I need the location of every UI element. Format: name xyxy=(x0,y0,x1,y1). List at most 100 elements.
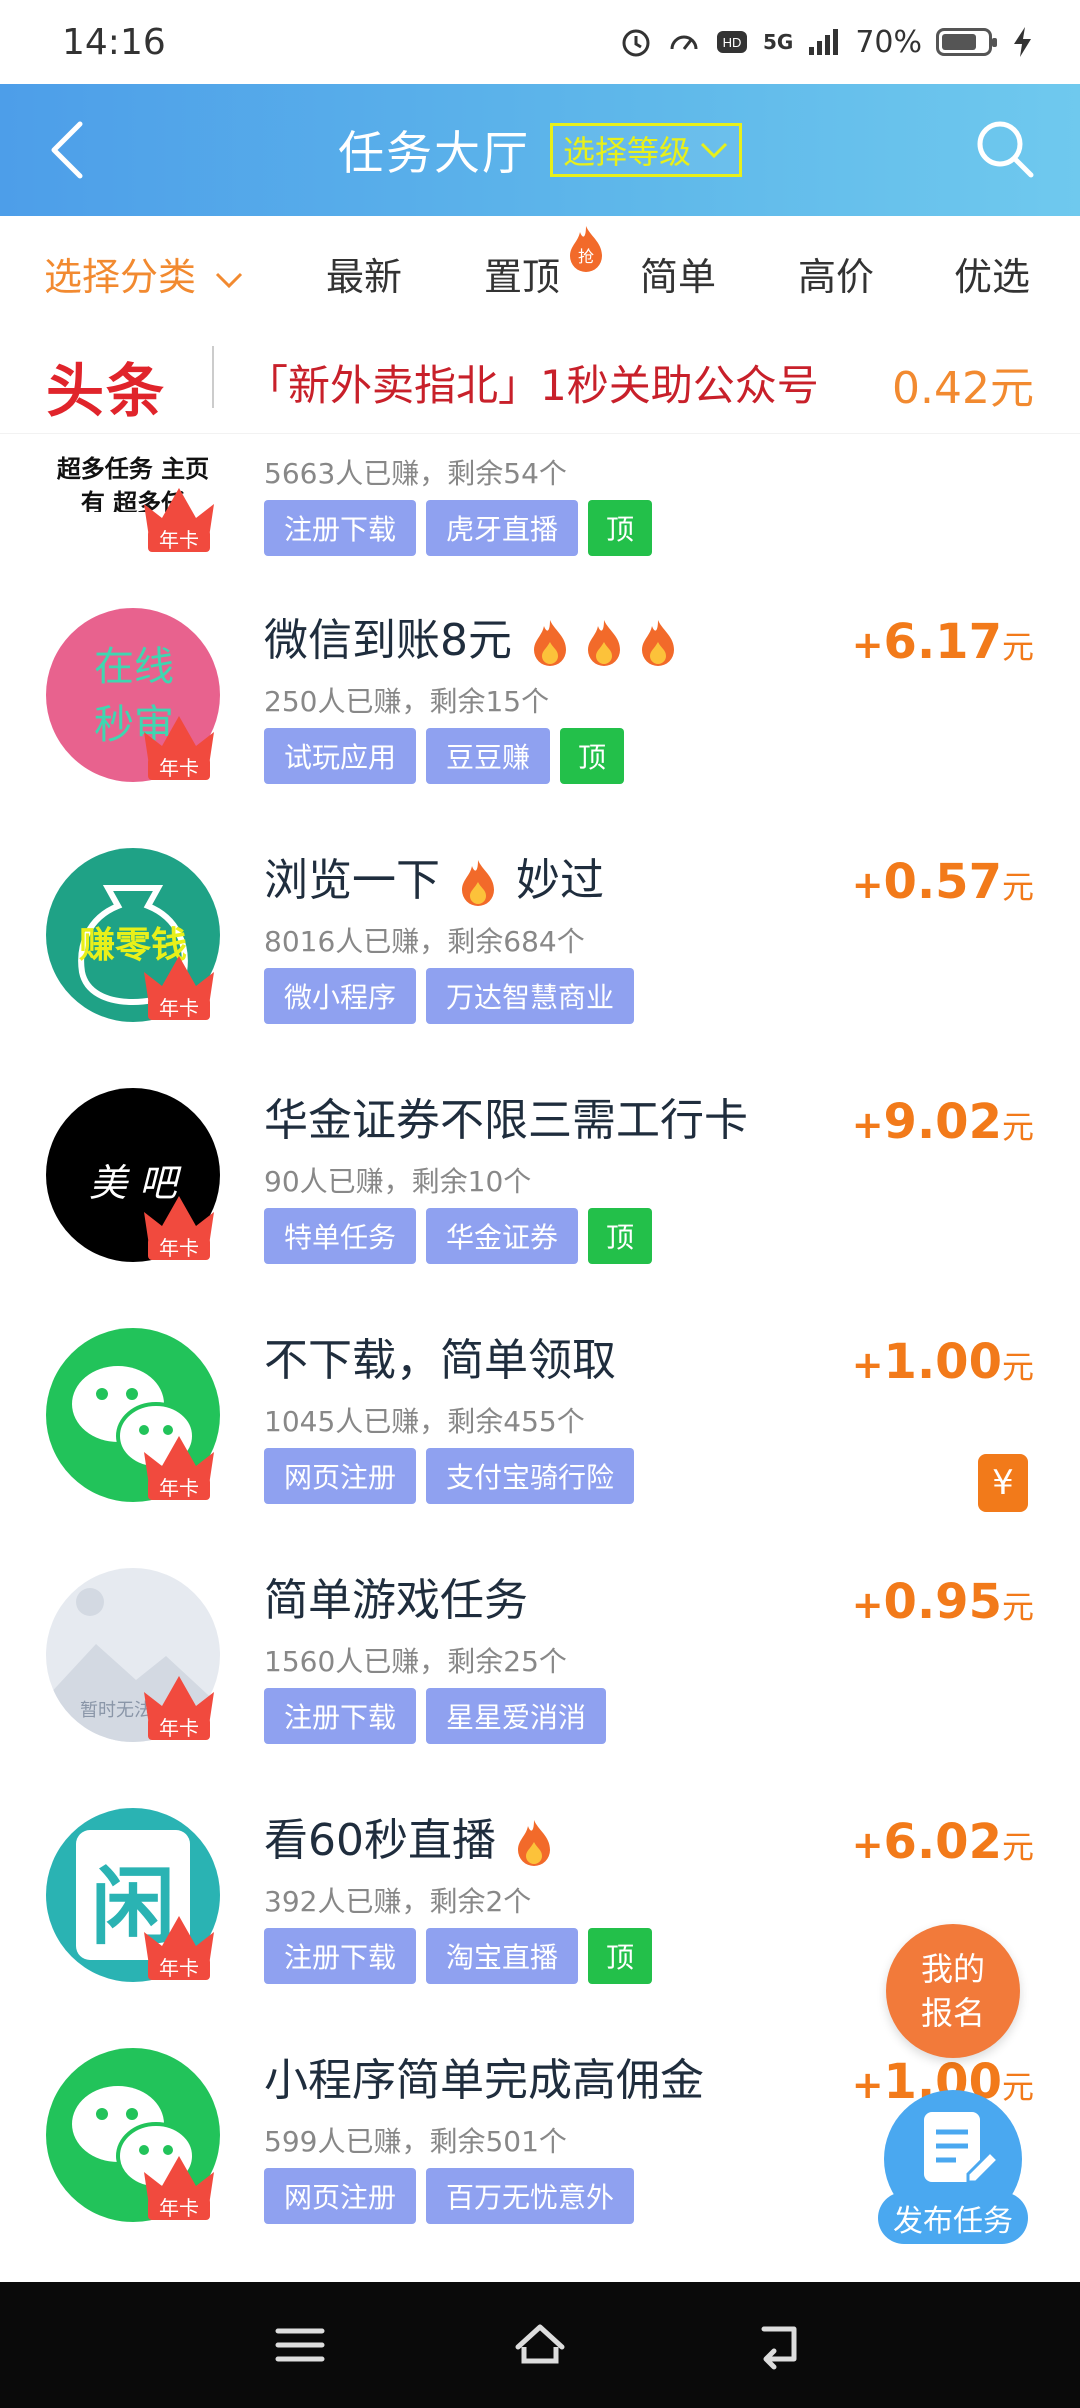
battery-icon xyxy=(936,28,997,56)
yuan-badge-icon: ¥ xyxy=(978,1454,1028,1512)
back-icon[interactable] xyxy=(750,2315,810,2375)
status-icons: HD 5G 70% xyxy=(619,25,1040,60)
crown-icon: 年卡 xyxy=(144,1916,214,1980)
headline-price: 0.42元 xyxy=(892,363,1034,414)
task-item[interactable]: 赚零钱 年卡 浏览一下 妙过 8016人已赚，剩余684个 微小程序 万达智慧商… xyxy=(0,824,1080,1064)
task-stats: 1560人已赚，剩余25个 xyxy=(264,1645,567,1678)
crown-icon: 年卡 xyxy=(144,1676,214,1740)
svg-text:年卡: 年卡 xyxy=(159,1236,199,1260)
flame-badge-icon: 抢 xyxy=(570,226,602,272)
signal-icon xyxy=(809,29,839,55)
pinned-tag: 顶 xyxy=(588,1208,653,1264)
tab-high-price[interactable]: 高价 xyxy=(798,246,874,301)
headline-text: 「新外卖指北」1秒关助公众号 xyxy=(246,361,819,410)
task-tag: 华金证券 xyxy=(426,1208,579,1264)
hd-icon: HD xyxy=(716,31,747,53)
back-arrow-icon[interactable] xyxy=(40,116,100,184)
crown-icon: 年卡 xyxy=(144,2156,214,2220)
task-tags: 注册下载 虎牙直播 顶 xyxy=(264,500,653,556)
task-title: 不下载，简单领取 xyxy=(264,1335,616,1386)
task-stats: 599人已赚，剩余501个 xyxy=(264,2125,567,2158)
tab-pinned[interactable]: 置顶 xyxy=(484,246,560,301)
task-item[interactable]: 美 吧 年卡 华金证券不限三需工行卡 90人已赚，剩余10个 特单任务 华金证券… xyxy=(0,1064,1080,1304)
task-tag: 豆豆赚 xyxy=(426,728,551,784)
crown-icon: 年卡 xyxy=(144,716,214,780)
my-signup-button[interactable]: 我的 报名 xyxy=(886,1924,1020,2058)
status-time: 14:16 xyxy=(62,21,166,63)
category-tabs: 选择分类 最新 置顶 简单 高价 优选 xyxy=(0,216,1080,324)
tab-select-category[interactable]: 选择分类 xyxy=(44,246,244,301)
task-price: +1.00元 xyxy=(851,1334,1034,1390)
task-tags: 网页注册 百万无忧意外 xyxy=(264,2168,635,2224)
task-tag: 星星爱消消 xyxy=(426,1688,607,1744)
tab-latest[interactable]: 最新 xyxy=(326,246,402,301)
my-signup-label-line1: 我的 xyxy=(920,1950,985,1988)
svg-text:年卡: 年卡 xyxy=(159,1716,199,1740)
task-tag: 支付宝骑行险 xyxy=(426,1448,635,1504)
task-tags: 注册下载 星星爱消消 xyxy=(264,1688,607,1744)
home-icon[interactable] xyxy=(510,2315,570,2375)
flame-icon xyxy=(588,620,620,666)
task-title: 小程序简单完成高佣金 xyxy=(264,2055,704,2106)
my-signup-label-line2: 报名 xyxy=(920,1994,985,2032)
task-tag: 百万无忧意外 xyxy=(426,2168,635,2224)
flame-icon xyxy=(534,620,566,666)
task-item[interactable]: 超多任务 主页有 超多任 5663人已赚，剩余54个 注册下载 虎牙直播 顶 年… xyxy=(0,434,1080,556)
crown-icon: 年卡 xyxy=(144,488,214,552)
status-bar: 14:16 HD 5G 70% xyxy=(0,0,1080,84)
network-label: 5G xyxy=(762,30,794,54)
crown-icon: 年卡 xyxy=(144,956,214,1020)
crown-icon: 年卡 xyxy=(144,1436,214,1500)
menu-icon[interactable] xyxy=(270,2315,330,2375)
task-tag: 网页注册 xyxy=(264,2168,417,2224)
select-level-button[interactable]: 选择等级 xyxy=(549,123,742,177)
speed-icon xyxy=(670,35,698,50)
page-title: 任务大厅 xyxy=(337,126,530,180)
task-tags: 微小程序 万达智慧商业 xyxy=(264,968,635,1024)
headline-banner[interactable]: 头条 「新外卖指北」1秒关助公众号 0.42元 xyxy=(0,324,1080,434)
task-stats: 8016人已赚，剩余684个 xyxy=(264,925,585,958)
task-stats: 250人已赚，剩余15个 xyxy=(264,685,550,718)
task-tags: 注册下载 淘宝直播 顶 xyxy=(264,1928,653,1984)
task-tag: 注册下载 xyxy=(264,500,417,556)
task-item[interactable]: 暂时无法 年卡 简单游戏任务 1560人已赚，剩余25个 注册下载 星星爱消消 … xyxy=(0,1544,1080,1784)
svg-text:年卡: 年卡 xyxy=(159,756,199,780)
task-stats: 392人已赚，剩余2个 xyxy=(264,1885,532,1918)
task-title: 微信到账8元 xyxy=(264,604,682,668)
tab-simple[interactable]: 简单 xyxy=(640,246,716,301)
alarm-icon xyxy=(622,29,650,57)
task-tag: 特单任务 xyxy=(264,1208,417,1264)
select-level-label: 选择等级 xyxy=(562,133,691,171)
task-title: 华金证券不限三需工行卡 xyxy=(264,1095,748,1146)
task-tag: 试玩应用 xyxy=(264,728,417,784)
headline-divider xyxy=(212,346,214,408)
flame-icon xyxy=(518,1820,550,1866)
task-stats: 90人已赚，剩余10个 xyxy=(264,1165,532,1198)
pinned-badge-label: 抢 xyxy=(578,247,594,266)
tab-label: 选择分类 xyxy=(44,255,197,299)
svg-text:HD: HD xyxy=(723,35,742,50)
task-tag: 注册下载 xyxy=(264,1688,417,1744)
search-icon[interactable] xyxy=(970,114,1040,184)
task-price: +9.02元 xyxy=(851,1094,1034,1150)
task-item[interactable]: 年卡 不下载，简单领取 1045人已赚，剩余455个 网页注册 支付宝骑行险 +… xyxy=(0,1304,1080,1544)
task-tag: 虎牙直播 xyxy=(426,500,579,556)
system-nav-bar xyxy=(0,2282,1080,2408)
task-price: +6.17元 xyxy=(851,614,1034,670)
task-stats: 5663人已赚，剩余54个 xyxy=(264,457,567,490)
task-item[interactable]: 在线 秒审 年卡 微信到账8元 250人已赚，剩余15个 试玩应用 豆豆赚 顶 … xyxy=(0,584,1080,824)
task-tags: 网页注册 支付宝骑行险 xyxy=(264,1448,635,1504)
task-price: +6.02元 xyxy=(851,1814,1034,1870)
tab-preferred[interactable]: 优选 xyxy=(954,246,1030,301)
pinned-tag: 顶 xyxy=(588,500,653,556)
task-tags: 试玩应用 豆豆赚 顶 xyxy=(264,728,625,784)
task-tags: 特单任务 华金证券 顶 xyxy=(264,1208,653,1264)
flame-icon xyxy=(642,620,674,666)
task-price: +0.57元 xyxy=(851,854,1034,910)
svg-text:年卡: 年卡 xyxy=(159,2196,199,2220)
task-title: 浏览一下 妙过 xyxy=(264,855,604,906)
top-header: 任务大厅 选择等级 xyxy=(0,84,1080,216)
svg-text:年卡: 年卡 xyxy=(159,528,199,552)
pinned-tag: 顶 xyxy=(588,1928,653,1984)
publish-task-label[interactable]: 发布任务 xyxy=(878,2192,1028,2244)
